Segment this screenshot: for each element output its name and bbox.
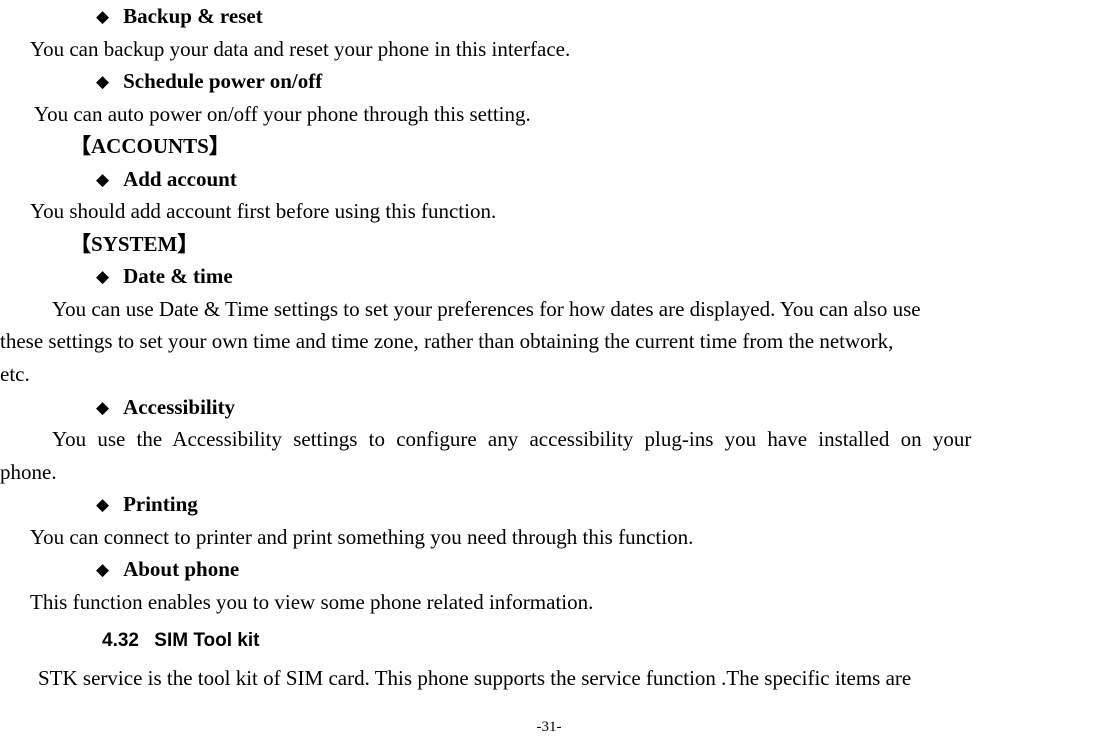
bullet-label: Accessibility [123, 391, 235, 424]
diamond-bullet-icon: ◆ [96, 395, 109, 421]
bullet-item-date-time: ◆ Date & time [0, 260, 1098, 293]
heading-number: 4.32 [102, 630, 139, 651]
heading-sim-tool-kit: 4.32 SIM Tool kit [0, 618, 1098, 661]
diamond-bullet-icon: ◆ [96, 492, 109, 518]
bullet-label: Backup & reset [123, 0, 263, 33]
paragraph-add-account: You should add account first before usin… [0, 195, 1098, 228]
diamond-bullet-icon: ◆ [96, 4, 109, 30]
diamond-bullet-icon: ◆ [96, 557, 109, 583]
bullet-label: Schedule power on/off [123, 65, 322, 98]
bullet-item-about-phone: ◆ About phone [0, 553, 1098, 586]
bullet-item-backup-reset: ◆ Backup & reset [0, 0, 1098, 33]
diamond-bullet-icon: ◆ [96, 167, 109, 193]
paragraph-stk: STK service is the tool kit of SIM card.… [0, 662, 1098, 695]
paragraph-date-time-3: etc. [0, 358, 1098, 391]
diamond-bullet-icon: ◆ [96, 69, 109, 95]
bullet-label: Date & time [123, 260, 233, 293]
page-number: -31- [0, 694, 1098, 739]
paragraph-about-phone: This function enables you to view some p… [0, 586, 1098, 619]
bullet-label: Printing [123, 488, 198, 521]
paragraph-backup-reset: You can backup your data and reset your … [0, 33, 1098, 66]
bullet-item-accessibility: ◆ Accessibility [0, 391, 1098, 424]
paragraph-date-time-2: these settings to set your own time and … [0, 325, 1098, 358]
paragraph-printing: You can connect to printer and print som… [0, 521, 1098, 554]
paragraph-accessibility-1: You use the Accessibility settings to co… [0, 423, 1098, 456]
bullet-item-add-account: ◆ Add account [0, 163, 1098, 196]
heading-title: SIM Tool kit [154, 630, 259, 651]
paragraph-date-time-1: You can use Date & Time settings to set … [0, 293, 1098, 326]
paragraph-accessibility-2: phone. [0, 456, 1098, 489]
bullet-label: Add account [123, 163, 237, 196]
diamond-bullet-icon: ◆ [96, 264, 109, 290]
bullet-item-schedule-power: ◆ Schedule power on/off [0, 65, 1098, 98]
section-header-accounts: 【ACCOUNTS】 [0, 130, 1098, 163]
section-header-system: 【SYSTEM】 [0, 228, 1098, 261]
document-page: ◆ Backup & reset You can backup your dat… [0, 0, 1098, 740]
bullet-item-printing: ◆ Printing [0, 488, 1098, 521]
bullet-label: About phone [123, 553, 239, 586]
paragraph-schedule-power: You can auto power on/off your phone thr… [0, 98, 1098, 131]
